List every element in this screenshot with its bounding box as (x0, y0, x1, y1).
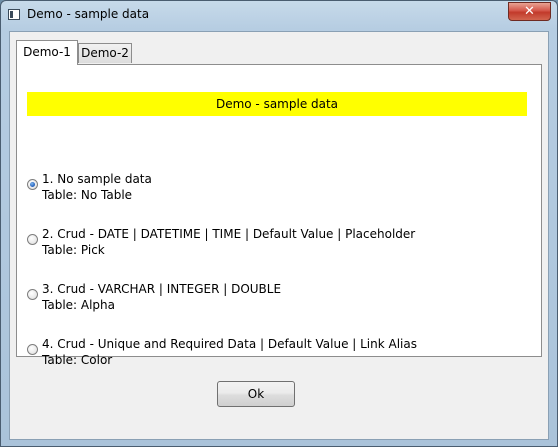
option-crud-unique-required[interactable]: 4. Crud - Unique and Required Data | Def… (27, 336, 527, 372)
option-no-sample-data[interactable]: 1. No sample data Table: No Table (27, 171, 527, 207)
ok-button[interactable]: Ok (217, 381, 295, 407)
option-title: 1. No sample data (42, 172, 152, 186)
option-crud-date-time[interactable]: 2. Crud - DATE | DATETIME | TIME | Defau… (27, 226, 527, 262)
option-table: Table: Pick (42, 243, 105, 257)
sample-data-banner: Demo - sample data (27, 92, 527, 116)
option-table: Table: Color (42, 353, 113, 367)
tab-demo-2[interactable]: Demo-2 (78, 43, 132, 63)
option-label: 2. Crud - DATE | DATETIME | TIME | Defau… (42, 226, 415, 258)
tab-panel-demo-1: Demo - sample data 1. No sample data Tab… (16, 64, 542, 367)
close-icon: ✕ (524, 4, 535, 19)
window-title: Demo - sample data (27, 7, 150, 21)
option-title: 2. Crud - DATE | DATETIME | TIME | Defau… (42, 227, 416, 241)
radio-button[interactable] (27, 234, 38, 245)
radio-button-checked[interactable] (27, 179, 38, 190)
app-window-icon (8, 9, 20, 20)
tab-demo-1[interactable]: Demo-1 (16, 40, 78, 65)
dialog-client-area: Demo-1 Demo-2 Demo - sample data 1. No s… (9, 31, 549, 440)
close-button[interactable]: ✕ (508, 2, 551, 21)
option-label: 4. Crud - Unique and Required Data | Def… (42, 336, 417, 368)
option-crud-varchar-integer[interactable]: 3. Crud - VARCHAR | INTEGER | DOUBLE Tab… (27, 281, 527, 317)
option-table: Table: Alpha (42, 298, 116, 312)
radio-button[interactable] (27, 289, 38, 300)
option-label: 1. No sample data Table: No Table (42, 171, 152, 203)
dialog-window: Demo - sample data ✕ Demo-1 Demo-2 Demo … (0, 0, 558, 447)
option-table: Table: No Table (42, 188, 133, 202)
title-bar[interactable]: Demo - sample data ✕ (1, 1, 557, 29)
radio-button[interactable] (27, 344, 38, 355)
option-title: 3. Crud - VARCHAR | INTEGER | DOUBLE (42, 282, 282, 296)
option-label: 3. Crud - VARCHAR | INTEGER | DOUBLE Tab… (42, 281, 281, 313)
option-title: 4. Crud - Unique and Required Data | Def… (42, 337, 417, 351)
